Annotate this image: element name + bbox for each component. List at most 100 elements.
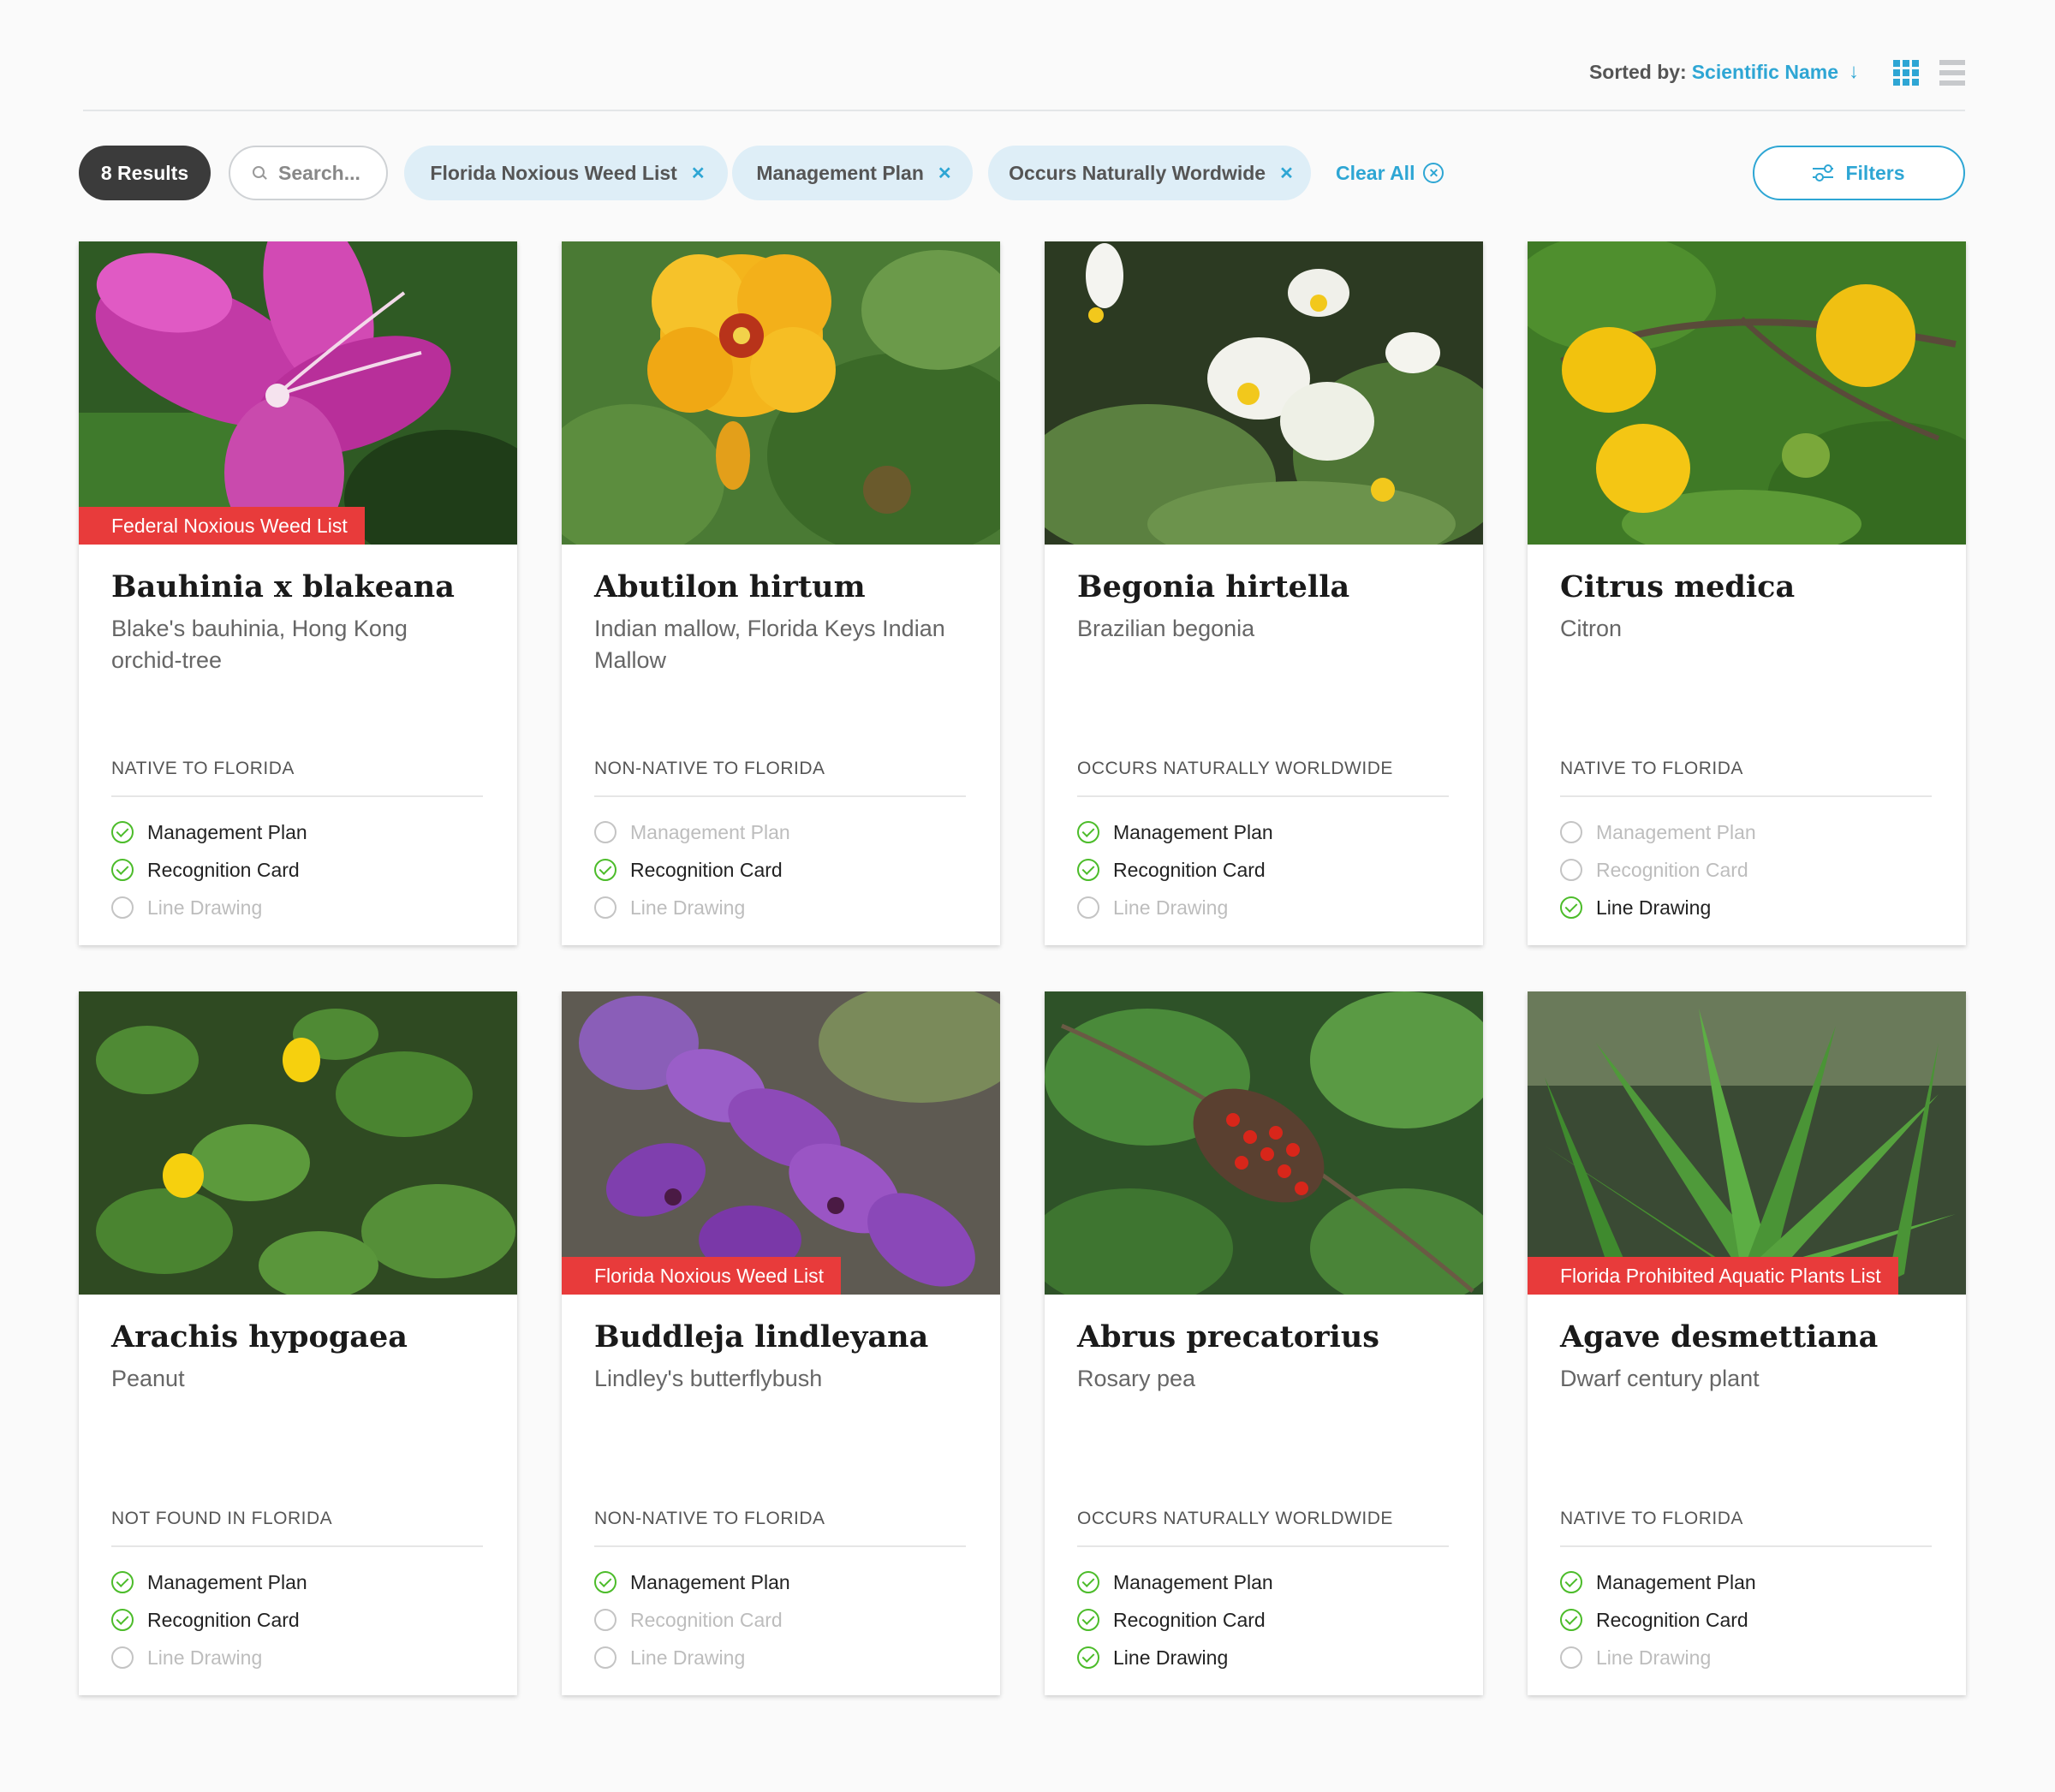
feature-label: Recognition Card xyxy=(1113,858,1266,881)
check-circle-icon xyxy=(111,1571,134,1593)
clear-all-button[interactable]: Clear All ✕ xyxy=(1336,146,1444,200)
feature-label: Recognition Card xyxy=(1113,1608,1266,1631)
plant-image-pink-orchid: Federal Noxious Weed List xyxy=(79,241,517,545)
feature-label: Line Drawing xyxy=(1596,896,1712,919)
plant-card[interactable]: Federal Noxious Weed List Bauhinia x bla… xyxy=(79,241,517,945)
plant-card[interactable]: Begonia hirtella Brazilian begonia OCCUR… xyxy=(1045,241,1483,945)
empty-circle-icon xyxy=(1560,821,1582,843)
scientific-name[interactable]: Bauhinia x blakeana xyxy=(111,569,455,604)
filter-chip[interactable]: Management Plan ✕ xyxy=(732,146,973,200)
florida-status: NON-NATIVE TO FLORIDA xyxy=(594,759,825,778)
feature-recognition-card: Recognition Card xyxy=(1560,1601,1756,1639)
results-count: 8 Results xyxy=(79,146,211,200)
feature-line-drawing: Line Drawing xyxy=(111,889,307,926)
feature-label: Management Plan xyxy=(1596,1570,1756,1593)
list-badge: Florida Prohibited Aquatic Plants List xyxy=(1528,1257,1898,1295)
feature-label: Recognition Card xyxy=(630,858,783,881)
divider xyxy=(1077,795,1449,797)
feature-recognition-card: Recognition Card xyxy=(1560,851,1756,889)
filter-chip[interactable]: Occurs Naturally Wordwide ✕ xyxy=(988,146,1311,200)
common-name: Citron xyxy=(1560,616,1623,641)
grid-view-icon[interactable] xyxy=(1893,60,1919,86)
feature-line-drawing: Line Drawing xyxy=(1560,1639,1756,1676)
feature-label: Line Drawing xyxy=(630,1646,746,1669)
feature-label: Recognition Card xyxy=(1596,858,1748,881)
feature-management-plan: Management Plan xyxy=(1077,1563,1273,1601)
check-circle-icon xyxy=(1077,1571,1099,1593)
check-circle-icon xyxy=(594,859,616,881)
scientific-name[interactable]: Agave desmettiana xyxy=(1560,1319,1878,1354)
feature-line-drawing: Line Drawing xyxy=(111,1639,307,1676)
empty-circle-icon xyxy=(111,896,134,919)
feature-label: Recognition Card xyxy=(1596,1608,1748,1631)
filter-bar: 8 Results Search... Florida Noxious Weed… xyxy=(79,146,1965,202)
scientific-name[interactable]: Abutilon hirtum xyxy=(594,569,866,604)
feature-label: Recognition Card xyxy=(147,858,300,881)
close-icon[interactable]: ✕ xyxy=(1279,163,1294,184)
feature-management-plan: Management Plan xyxy=(1560,813,1756,851)
list-view-icon[interactable] xyxy=(1939,60,1965,86)
common-name: Rosary pea xyxy=(1077,1366,1196,1391)
feature-management-plan: Management Plan xyxy=(111,813,307,851)
search-input[interactable]: Search... xyxy=(229,146,388,200)
florida-status: NATIVE TO FLORIDA xyxy=(1560,1509,1743,1528)
plant-card[interactable]: Abutilon hirtum Indian mallow, Florida K… xyxy=(562,241,1000,945)
scientific-name[interactable]: Abrus precatorius xyxy=(1077,1319,1379,1354)
close-icon[interactable]: ✕ xyxy=(691,163,706,184)
feature-label: Recognition Card xyxy=(147,1608,300,1631)
feature-label: Management Plan xyxy=(147,820,307,843)
plant-card[interactable]: Abrus precatorius Rosary pea OCCURS NATU… xyxy=(1045,991,1483,1695)
plant-card[interactable]: Florida Noxious Weed List Buddleja lindl… xyxy=(562,991,1000,1695)
scientific-name[interactable]: Arachis hypogaea xyxy=(111,1319,408,1354)
plant-image-peanut xyxy=(79,991,517,1295)
plant-card[interactable]: Florida Prohibited Aquatic Plants List A… xyxy=(1528,991,1966,1695)
common-name: Indian mallow, Florida Keys Indian Mallo… xyxy=(594,616,945,673)
plant-image-butterflybush: Florida Noxious Weed List xyxy=(562,991,1000,1295)
common-name: Blake's bauhinia, Hong Kong orchid-tree xyxy=(111,616,408,673)
feature-label: Line Drawing xyxy=(1113,1646,1229,1669)
scientific-name[interactable]: Begonia hirtella xyxy=(1077,569,1349,604)
plant-card[interactable]: Citrus medica Citron NATIVE TO FLORIDA M… xyxy=(1528,241,1966,945)
check-circle-icon xyxy=(111,1609,134,1631)
arrow-down-icon[interactable]: ↓ xyxy=(1849,60,1859,84)
feature-list: Management Plan Recognition Card Line Dr… xyxy=(111,1563,307,1676)
feature-management-plan: Management Plan xyxy=(594,813,790,851)
empty-circle-icon xyxy=(594,1609,616,1631)
sort-value[interactable]: Scientific Name xyxy=(1692,61,1838,84)
top-bar: Sorted by: Scientific Name ↓ xyxy=(83,51,1965,111)
check-circle-icon xyxy=(1077,1646,1099,1669)
feature-list: Management Plan Recognition Card Line Dr… xyxy=(1077,813,1273,926)
list-badge: Federal Noxious Weed List xyxy=(79,507,365,545)
divider xyxy=(111,1545,483,1547)
scientific-name[interactable]: Buddleja lindleyana xyxy=(594,1319,928,1354)
plant-image-yellow-mallow xyxy=(562,241,1000,545)
florida-status: NON-NATIVE TO FLORIDA xyxy=(594,1509,825,1528)
empty-circle-icon xyxy=(1560,859,1582,881)
feature-label: Management Plan xyxy=(1113,1570,1273,1593)
common-name: Lindley's butterflybush xyxy=(594,1366,823,1391)
feature-list: Management Plan Recognition Card Line Dr… xyxy=(1077,1563,1273,1676)
close-icon[interactable]: ✕ xyxy=(938,163,952,184)
feature-management-plan: Management Plan xyxy=(1560,1563,1756,1601)
sort-control[interactable]: Sorted by: Scientific Name ↓ xyxy=(1589,60,1859,84)
plant-card[interactable]: Arachis hypogaea Peanut NOT FOUND IN FLO… xyxy=(79,991,517,1695)
filter-chip-label: Management Plan xyxy=(756,161,924,184)
florida-status: NATIVE TO FLORIDA xyxy=(111,759,295,778)
check-circle-icon xyxy=(1560,1571,1582,1593)
filter-chip[interactable]: Florida Noxious Weed List ✕ xyxy=(404,146,728,200)
check-circle-icon xyxy=(1560,1609,1582,1631)
scientific-name[interactable]: Citrus medica xyxy=(1560,569,1795,604)
check-circle-icon xyxy=(1560,896,1582,919)
clear-circle-icon: ✕ xyxy=(1423,163,1444,183)
florida-status: OCCURS NATURALLY WORLDWIDE xyxy=(1077,759,1393,778)
feature-label: Management Plan xyxy=(630,1570,790,1593)
florida-status: NATIVE TO FLORIDA xyxy=(1560,759,1743,778)
feature-recognition-card: Recognition Card xyxy=(111,851,307,889)
feature-label: Line Drawing xyxy=(1596,1646,1712,1669)
feature-label: Management Plan xyxy=(1596,820,1756,843)
check-circle-icon xyxy=(111,859,134,881)
check-circle-icon xyxy=(1077,1609,1099,1631)
feature-management-plan: Management Plan xyxy=(1077,813,1273,851)
feature-line-drawing: Line Drawing xyxy=(594,889,790,926)
filters-button[interactable]: Filters xyxy=(1753,146,1965,200)
